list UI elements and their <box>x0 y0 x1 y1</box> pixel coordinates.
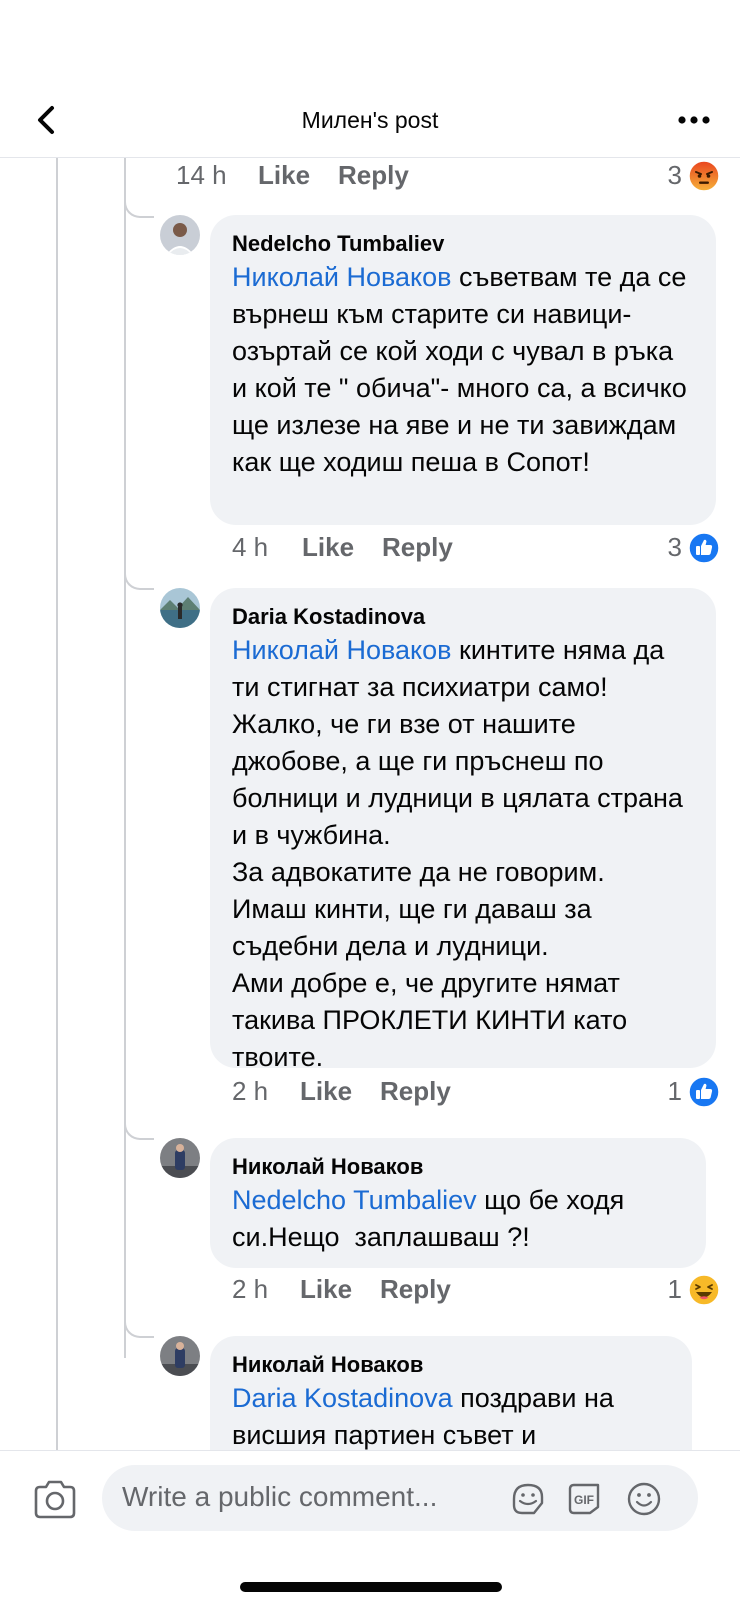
comment-text: Nedelcho Tumbaliev що бе ходя си.Нещо за… <box>232 1182 684 1256</box>
comment-meta: 2 h Like Reply <box>232 1076 532 1112</box>
thread-branch <box>124 1316 154 1338</box>
thread-line-inner <box>124 158 126 1358</box>
reaction-count: 1 <box>667 1076 682 1106</box>
comment-text: Николай Новаков кинтите няма да ти стигн… <box>232 632 694 1076</box>
like-button[interactable]: Like <box>258 160 310 191</box>
avatar[interactable] <box>160 1138 200 1178</box>
reaction-summary[interactable]: 3 <box>640 532 720 568</box>
reaction-count: 3 <box>667 160 682 190</box>
angry-icon <box>688 160 720 192</box>
top-bar: Милен's post <box>0 0 740 158</box>
mention-link[interactable]: Daria Kostadinova <box>232 1383 453 1413</box>
reply-button[interactable]: Reply <box>380 1076 451 1107</box>
like-button[interactable]: Like <box>300 1274 352 1305</box>
comment-body: съветвам те да се върнеш към старите си … <box>232 262 695 477</box>
reply-button[interactable]: Reply <box>380 1274 451 1305</box>
comment-time: 14 h <box>176 160 227 190</box>
comment-thread[interactable]: 14 h Like Reply 3 Nedelcho Tumbaliev Ник… <box>0 158 740 1450</box>
like-button[interactable]: Like <box>302 532 354 563</box>
gif-icon[interactable]: GIF <box>564 1479 604 1519</box>
reply-button[interactable]: Reply <box>338 160 409 191</box>
haha-icon <box>688 1274 720 1306</box>
camera-icon[interactable] <box>32 1477 78 1521</box>
like-icon <box>688 1076 720 1108</box>
avatar-sticker-icon[interactable] <box>508 1479 548 1519</box>
comment-input-placeholder: Write a public comment... <box>122 1481 438 1512</box>
thread-branch <box>124 568 154 590</box>
comment-bubble[interactable]: Daria Kostadinova Николай Новаков кинтит… <box>210 588 716 1072</box>
comment-bubble[interactable]: Николай Новаков Daria Kostadinova поздра… <box>210 1336 692 1450</box>
avatar[interactable] <box>160 1336 200 1376</box>
mention-link[interactable]: Николай Новаков <box>232 262 452 292</box>
mention-link[interactable]: Nedelcho Tumbaliev <box>232 1185 477 1215</box>
avatar[interactable] <box>160 215 200 255</box>
comment-text: Daria Kostadinova поздрави на висшия пар… <box>232 1380 670 1450</box>
comment-bubble[interactable]: Nedelcho Tumbaliev Николай Новаков съвет… <box>210 215 716 525</box>
page-title: Милен's post <box>301 107 439 133</box>
reaction-summary[interactable]: 3 <box>640 160 720 196</box>
comment-time: 4 h <box>232 532 269 562</box>
comment-author[interactable]: Николай Новаков <box>232 1350 670 1380</box>
reaction-count: 3 <box>667 532 682 562</box>
comment-bubble[interactable]: Николай Новаков Nedelcho Tumbaliev що бе… <box>210 1138 706 1268</box>
more-options-icon[interactable] <box>672 104 716 136</box>
home-indicator <box>240 1582 502 1592</box>
reply-button[interactable]: Reply <box>382 532 453 563</box>
comment-time: 2 h <box>232 1274 269 1304</box>
thread-branch <box>124 1118 154 1140</box>
comment-time: 2 h <box>232 1076 269 1106</box>
like-button[interactable]: Like <box>300 1076 352 1107</box>
comment-meta: 2 h Like Reply <box>232 1274 532 1310</box>
avatar[interactable] <box>160 588 200 628</box>
comment-body: кинтите няма да ти стигнат за психиатри … <box>232 635 683 1072</box>
comment-author[interactable]: Николай Новаков <box>232 1152 684 1182</box>
svg-text:GIF: GIF <box>574 1493 594 1507</box>
comment-author[interactable]: Daria Kostadinova <box>232 602 694 632</box>
reaction-summary[interactable]: 1 <box>640 1274 720 1310</box>
comment-text: Николай Новаков съветвам те да се върнеш… <box>232 259 694 481</box>
mention-link[interactable]: Николай Новаков <box>232 635 452 665</box>
reaction-summary[interactable]: 1 <box>640 1076 720 1112</box>
comment-meta: 14 h Like Reply <box>176 160 476 196</box>
comment-meta: 4 h Like Reply <box>232 532 532 568</box>
comment-author[interactable]: Nedelcho Tumbaliev <box>232 229 694 259</box>
emoji-icon[interactable] <box>624 1479 664 1519</box>
comment-composer: Write a public comment... GIF <box>0 1450 740 1600</box>
thread-line-outer <box>56 158 58 1450</box>
like-icon <box>688 532 720 564</box>
comment-input[interactable]: Write a public comment... GIF <box>102 1465 698 1531</box>
thread-branch <box>124 196 154 218</box>
reaction-count: 1 <box>667 1274 682 1304</box>
